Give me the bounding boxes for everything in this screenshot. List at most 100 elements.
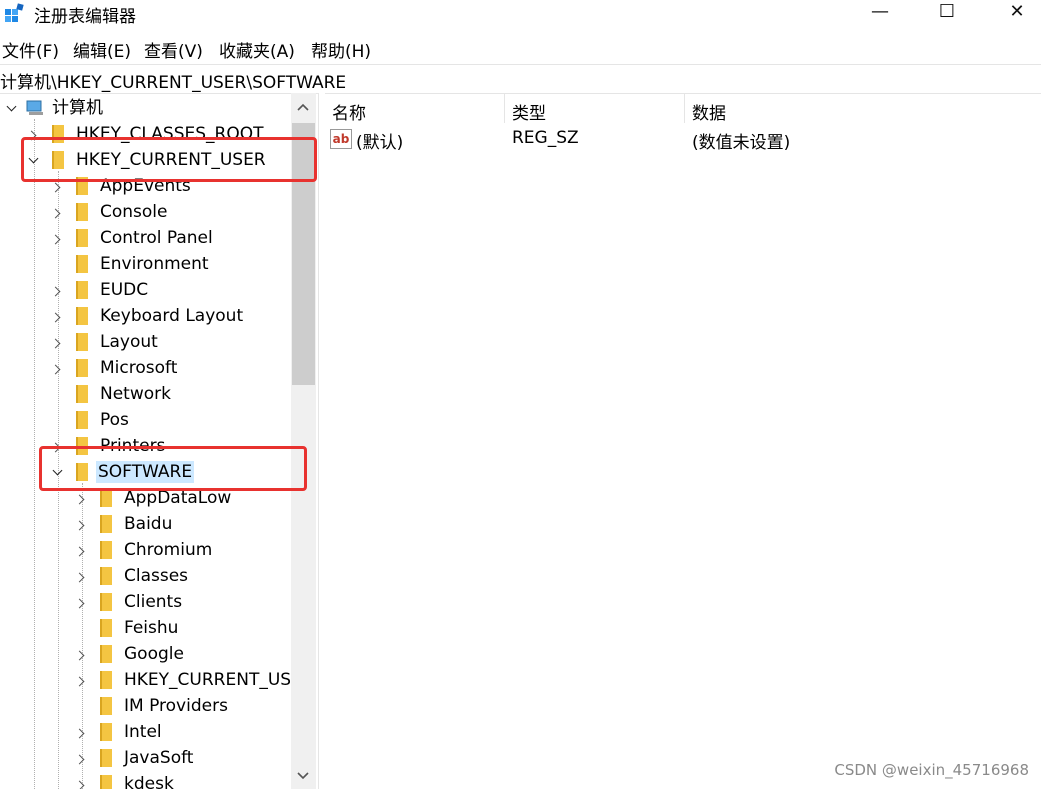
folder-icon [100,697,112,715]
folder-icon [76,385,88,403]
tree-node[interactable]: Console [0,200,290,226]
tree-node[interactable]: Pos [0,408,290,434]
address-path[interactable]: 计算机\HKEY_CURRENT_USER\SOFTWARE [0,68,346,93]
highlight-box-software [39,446,307,491]
chevron-right-icon[interactable] [74,754,86,766]
tree-node[interactable]: Microsoft [0,356,290,382]
scroll-down-icon[interactable] [295,770,311,782]
folder-icon [100,515,112,533]
values-pane[interactable]: 名称 类型 数据 ab (默认) REG_SZ (数值未设置) [326,93,1041,789]
tree-node-label: Keyboard Layout [100,306,244,326]
tree-node[interactable]: kdesk [0,772,290,789]
tree-node-label: Baidu [124,514,173,534]
menu-favorites[interactable]: 收藏夹(A) [219,37,295,62]
pane-splitter[interactable] [318,93,325,789]
tree-node[interactable]: HKEY_CURRENT_USER [0,668,290,694]
tree-node-label: Control Panel [100,228,213,248]
folder-icon [76,307,88,325]
chevron-right-icon[interactable] [74,780,86,789]
folder-icon [100,723,112,741]
folder-icon [76,281,88,299]
chevron-right-icon[interactable] [74,676,86,688]
chevron-right-icon[interactable] [50,286,62,298]
column-header-data[interactable]: 数据 [692,99,726,124]
column-divider[interactable] [504,93,505,123]
chevron-right-icon[interactable] [74,546,86,558]
tree-node-label: Microsoft [100,358,178,378]
tree-node[interactable]: Clients [0,590,290,616]
tree-node[interactable]: Google [0,642,290,668]
chevron-right-icon[interactable] [50,338,62,350]
tree-node-label: Layout [100,332,158,352]
column-divider[interactable] [684,93,685,123]
value-data[interactable]: (数值未设置) [692,128,790,153]
chevron-right-icon[interactable] [74,598,86,610]
tree-node[interactable]: Baidu [0,512,290,538]
tree-node-label: Network [100,384,171,404]
tree-node[interactable]: Environment [0,252,290,278]
folder-icon [100,775,112,789]
watermark: CSDN @weixin_45716968 [834,761,1029,779]
chevron-right-icon[interactable] [50,182,62,194]
tree-node[interactable]: Control Panel [0,226,290,252]
value-name[interactable]: (默认) [356,128,403,153]
close-button[interactable]: ✕ [988,0,1041,26]
folder-icon [100,645,112,663]
chevron-right-icon[interactable] [50,312,62,324]
tree-node-label: Chromium [124,540,213,560]
tree-node-label: JavaSoft [124,748,194,768]
tree-node[interactable]: IM Providers [0,694,290,720]
tree-node-label: Classes [124,566,189,586]
tree-node[interactable]: Layout [0,330,290,356]
computer-icon [26,100,43,115]
folder-icon [76,359,88,377]
tree-node-label: Intel [124,722,162,742]
folder-icon [100,541,112,559]
menu-file[interactable]: 文件(F) [2,37,59,62]
tree-node-label: EUDC [100,280,149,300]
tree-node-computer[interactable]: 计算机 [0,96,290,122]
tree-node[interactable]: Chromium [0,538,290,564]
folder-icon [76,203,88,221]
value-type[interactable]: REG_SZ [512,128,579,148]
tree-node[interactable]: Feishu [0,616,290,642]
chevron-right-icon[interactable] [50,364,62,376]
folder-icon [100,593,112,611]
folder-icon [100,619,112,637]
tree-node[interactable]: Keyboard Layout [0,304,290,330]
tree-node[interactable]: EUDC [0,278,290,304]
chevron-right-icon[interactable] [74,650,86,662]
folder-icon [76,255,88,273]
column-header-name[interactable]: 名称 [332,99,366,124]
address-bar[interactable]: 计算机\HKEY_CURRENT_USER\SOFTWARE [0,64,1041,94]
tree-node-label: Console [100,202,168,222]
chevron-right-icon[interactable] [74,572,86,584]
column-header-type[interactable]: 类型 [512,99,546,124]
chevron-right-icon[interactable] [74,520,86,532]
chevron-right-icon[interactable] [74,494,86,506]
menu-bar: 文件(F) 编辑(E) 查看(V) 收藏夹(A) 帮助(H) [0,34,1041,62]
tree-node-label: Google [124,644,184,664]
tree-node-label: Pos [100,410,129,430]
tree-node[interactable]: Network [0,382,290,408]
tree-node[interactable]: Intel [0,720,290,746]
folder-icon [100,671,112,689]
folder-icon [76,229,88,247]
chevron-right-icon[interactable] [50,208,62,220]
folder-icon [100,489,112,507]
tree-node[interactable]: JavaSoft [0,746,290,772]
minimize-button[interactable]: — [851,0,909,26]
menu-help[interactable]: 帮助(H) [311,37,371,62]
menu-edit[interactable]: 编辑(E) [73,37,131,62]
scroll-up-icon[interactable] [295,101,311,113]
chevron-right-icon[interactable] [50,234,62,246]
folder-icon [100,567,112,585]
chevron-down-icon[interactable] [6,103,18,115]
key-tree[interactable]: 计算机 HKEY_CLASSES_ROOT HKEY_CURRENT_USER … [0,93,316,789]
tree-node[interactable]: Classes [0,564,290,590]
maximize-button[interactable]: ☐ [918,0,976,26]
menu-view[interactable]: 查看(V) [144,37,203,62]
chevron-right-icon[interactable] [74,728,86,740]
tree-node-label: Clients [124,592,183,612]
folder-icon [76,411,88,429]
